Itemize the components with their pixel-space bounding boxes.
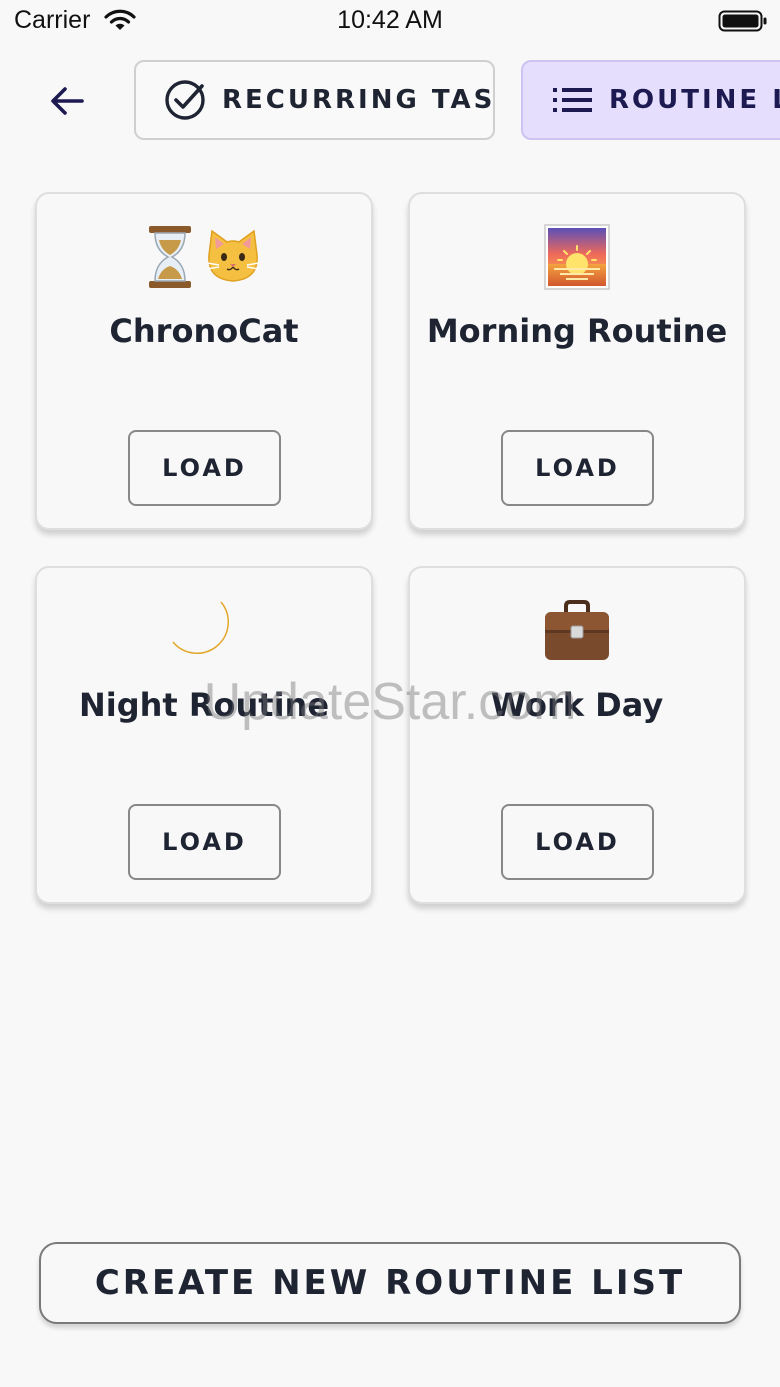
routine-card-chronocat: ChronoCat LOAD [35, 192, 373, 530]
routine-card-night-routine: Night Routine LOAD [35, 566, 373, 904]
briefcase-icon [545, 600, 609, 660]
arrow-left-icon [51, 87, 84, 115]
routine-title: Work Day [490, 686, 664, 724]
load-button-chronocat[interactable]: LOAD [128, 430, 281, 506]
battery-icon [718, 10, 767, 32]
load-button-morning-routine[interactable]: LOAD [501, 430, 654, 506]
routine-title: ChronoCat [109, 312, 299, 350]
list-icon [553, 87, 593, 113]
routine-card-morning-routine: Morning Routine LOAD [408, 192, 746, 530]
routine-title: Morning Routine [426, 312, 728, 350]
load-button-night-routine[interactable]: LOAD [128, 804, 281, 880]
load-button-work-day[interactable]: LOAD [501, 804, 654, 880]
routine-title: Night Routine [78, 686, 330, 724]
routine-card-work-day: Work Day LOAD [408, 566, 746, 904]
hourglass-icon [149, 226, 191, 288]
status-bar: Carrier 10:42 AM [0, 0, 780, 44]
create-new-routine-list-button[interactable]: CREATE NEW ROUTINE LIST [39, 1242, 741, 1324]
status-time: 10:42 AM [337, 6, 443, 34]
back-button[interactable] [40, 74, 94, 128]
tab-recurring-tasks[interactable]: RECURRING TASKS [134, 60, 495, 140]
check-circle-icon [164, 79, 206, 121]
tab-routine-list[interactable]: ROUTINE LIST [521, 60, 780, 140]
hourglass-cat-icon [37, 222, 371, 292]
cat-face-icon [206, 229, 260, 282]
crescent-moon-icon [172, 601, 229, 654]
sunrise-icon [544, 224, 610, 290]
tab-routine-list-label: ROUTINE LIST [609, 85, 780, 115]
tab-recurring-tasks-label: RECURRING TASKS [222, 85, 495, 115]
